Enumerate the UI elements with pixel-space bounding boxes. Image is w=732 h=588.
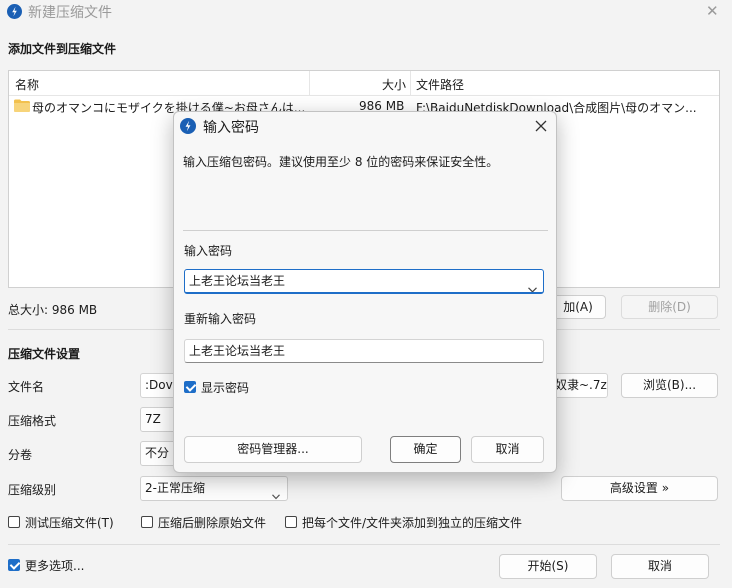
divider <box>8 544 720 545</box>
window-close-icon[interactable]: ✕ <box>706 2 719 20</box>
repeat-password-value: 上老王论坛当老王 <box>189 344 286 358</box>
filename-suffix: 奴隶~.7z <box>555 378 607 392</box>
folder-icon <box>14 99 30 112</box>
format-label: 压缩格式 <box>8 414 57 428</box>
more-options-checkbox[interactable] <box>8 559 20 571</box>
dialog-title: 输入密码 <box>203 120 259 136</box>
test-archive-label[interactable]: 测试压缩文件(T) <box>25 514 114 531</box>
start-button-label: 开始(S) <box>527 559 569 573</box>
cancel-button[interactable]: 取消 <box>611 554 709 579</box>
browse-button[interactable]: 浏览(B)... <box>621 373 718 398</box>
format-value: 7Z <box>145 412 161 426</box>
separate-archives-label[interactable]: 把每个文件/文件夹添加到独立的压缩文件 <box>302 514 522 531</box>
show-password-checkbox[interactable] <box>184 381 196 393</box>
more-options-label[interactable]: 更多选项... <box>25 557 84 574</box>
delete-button[interactable]: 删除(D) <box>621 295 718 319</box>
password-input[interactable]: 上老王论坛当老王 <box>184 269 544 294</box>
delete-button-label: 删除(D) <box>648 300 691 314</box>
delete-after-label[interactable]: 压缩后删除原始文件 <box>158 514 266 531</box>
delete-after-checkbox[interactable] <box>141 516 153 528</box>
repeat-password-input[interactable]: 上老王论坛当老王 <box>184 339 544 363</box>
dialog-close-icon[interactable] <box>535 120 547 132</box>
add-button-label: 加(A) <box>563 300 593 314</box>
volume-label: 分卷 <box>8 448 33 462</box>
section-add-title: 添加文件到压缩文件 <box>8 42 117 56</box>
filename-value: :Dov <box>145 378 173 392</box>
ok-button-label: 确定 <box>413 442 438 456</box>
ok-button[interactable]: 确定 <box>390 436 461 463</box>
level-label: 压缩级别 <box>8 483 57 497</box>
volume-value: 不分 <box>145 446 170 460</box>
divider <box>183 230 548 231</box>
column-header-name[interactable]: 名称 <box>15 76 39 93</box>
test-archive-checkbox[interactable] <box>8 516 20 528</box>
advanced-settings-button[interactable]: 高级设置 » <box>561 476 718 501</box>
show-password-label[interactable]: 显示密码 <box>201 379 249 396</box>
app-logo-icon <box>7 4 22 19</box>
window-title: 新建压缩文件 <box>28 5 112 21</box>
start-button[interactable]: 开始(S) <box>499 554 597 579</box>
total-size: 总大小: 986 MB <box>8 303 98 317</box>
column-header-size[interactable]: 大小 <box>382 76 406 93</box>
section-settings-title: 压缩文件设置 <box>8 347 81 361</box>
level-value: 2-正常压缩 <box>145 481 205 495</box>
password-label: 输入密码 <box>184 244 233 258</box>
dialog-logo-icon <box>180 118 196 134</box>
cancel-button-label: 取消 <box>647 559 672 573</box>
chevron-down-icon <box>272 485 280 500</box>
password-manager-label: 密码管理器... <box>237 442 309 456</box>
dialog-cancel-label: 取消 <box>495 442 520 456</box>
chevron-down-icon[interactable] <box>528 278 537 292</box>
password-manager-button[interactable]: 密码管理器... <box>184 436 362 463</box>
password-dialog: 输入密码 输入压缩包密码。建议使用至少 8 位的密码来保证安全性。 输入密码 上… <box>173 111 557 473</box>
filename-label: 文件名 <box>8 380 45 394</box>
password-value: 上老王论坛当老王 <box>189 274 286 288</box>
repeat-password-label: 重新输入密码 <box>184 312 257 326</box>
column-header-path[interactable]: 文件路径 <box>416 76 464 93</box>
advanced-settings-label: 高级设置 » <box>609 481 670 495</box>
dialog-description: 输入压缩包密码。建议使用至少 8 位的密码来保证安全性。 <box>183 155 499 169</box>
dialog-cancel-button[interactable]: 取消 <box>471 436 544 463</box>
separate-archives-checkbox[interactable] <box>285 516 297 528</box>
file-table-header: 名称 大小 文件路径 <box>9 71 719 96</box>
browse-button-label: 浏览(B)... <box>642 378 697 392</box>
level-select[interactable]: 2-正常压缩 <box>140 476 288 501</box>
